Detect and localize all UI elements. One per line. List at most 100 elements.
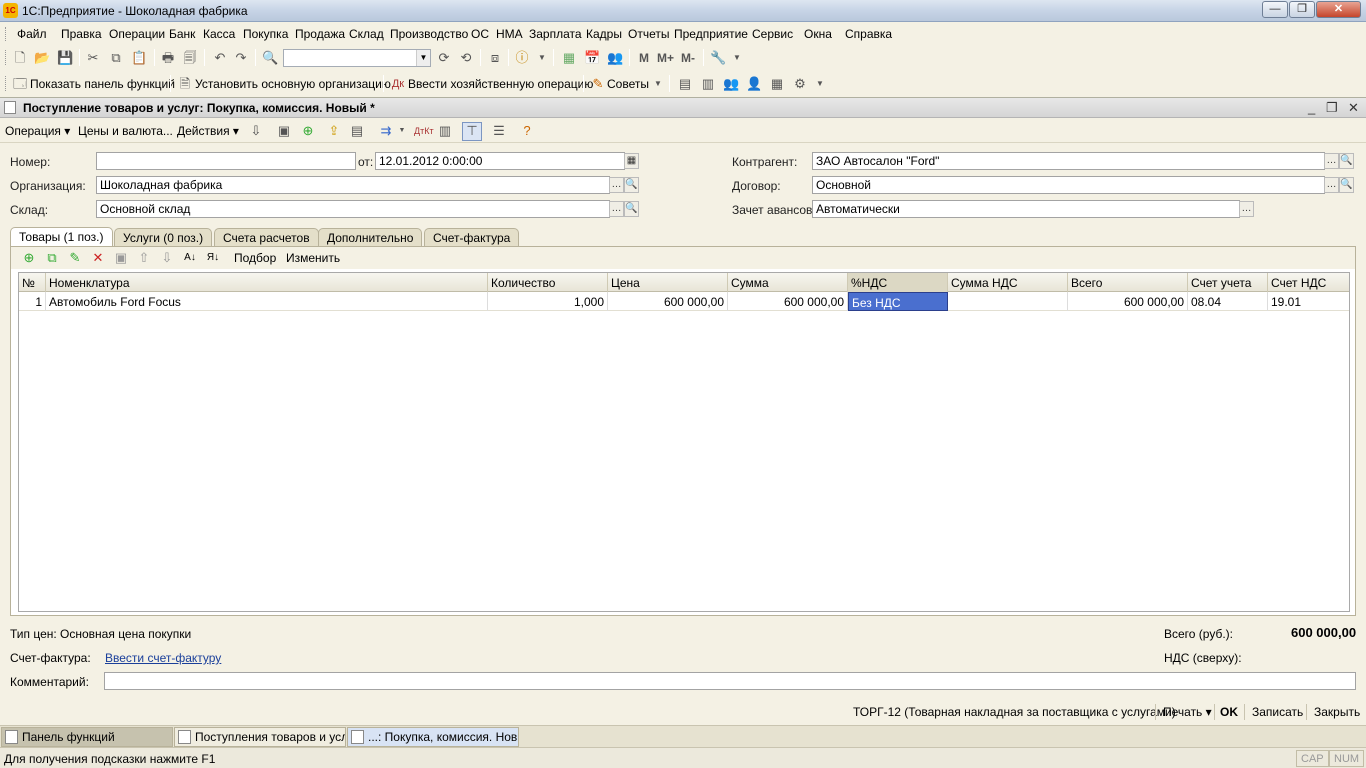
end-edit-icon[interactable]: ▣ [113,250,129,266]
col-number[interactable]: № [19,273,46,292]
tab-goods[interactable]: Товары (1 поз.) [10,227,113,247]
memory-button[interactable]: M [639,51,649,65]
torg12-print-button[interactable]: ТОРГ-12 (Товарная накладная за поставщик… [853,705,1176,719]
open-search-icon[interactable]: 🔍 [624,177,639,193]
filter-icon[interactable]: ⊤ [462,122,482,141]
copy-icon[interactable]: ⧉ [108,50,124,66]
warehouse-field[interactable]: Основной склад [96,200,610,218]
debit-credit-icon[interactable]: ДтКт [414,123,434,139]
row-price[interactable]: 600 000,00 [608,292,728,311]
col-vat-rate[interactable]: %НДС [848,273,948,292]
task-current-document[interactable]: ...: Покупка, комиссия. Нов... [347,727,519,747]
cut-icon[interactable]: ✂ [85,50,101,66]
list-icon[interactable]: ☰ [491,123,507,139]
help-icon[interactable]: ? [519,123,535,139]
calendar-icon[interactable]: 📅 [584,50,600,66]
move-down-icon[interactable]: ⇩ [159,250,175,266]
memory-minus-button[interactable]: M- [681,51,695,65]
menu-purchase[interactable]: Покупка [243,27,288,41]
open-search-icon[interactable]: 🔍 [1339,153,1354,169]
menu-edit[interactable]: Правка [61,27,102,41]
show-function-panel-button[interactable]: Показать панель функций [30,77,175,91]
ok-button[interactable]: OK [1220,705,1238,719]
save-icon[interactable]: 💾 [57,50,73,66]
table-edit-icon[interactable]: ▥ [700,76,716,92]
menu-salary[interactable]: Зарплата [529,27,582,41]
delete-icon[interactable]: ✕ [90,250,106,266]
menu-sale[interactable]: Продажа [295,27,345,41]
minimize-button[interactable]: — [1262,1,1288,18]
col-total[interactable]: Всего [1068,273,1188,292]
menu-operations[interactable]: Операции [109,27,165,41]
user-icon[interactable]: 👥 [607,50,623,66]
menu-warehouse[interactable]: Склад [349,27,384,41]
edit-icon[interactable]: ✎ [67,250,83,266]
chevron-down-icon[interactable]: ▼ [650,76,666,92]
users-list-icon[interactable]: 👤 [746,76,762,92]
print-icon[interactable]: 🖶 [160,50,176,66]
chevron-down-icon[interactable]: ▼ [416,50,430,66]
date-field[interactable]: 12.01.2012 0:00:00 [375,152,625,170]
info-icon[interactable]: ⓘ [514,50,530,66]
menu-file[interactable]: Файл [17,27,47,41]
chevron-down-icon[interactable]: ▼ [394,123,410,139]
contract-field[interactable]: Основной [812,176,1325,194]
col-vat-sum[interactable]: Сумма НДС [948,273,1068,292]
row-total[interactable]: 600 000,00 [1068,292,1188,311]
select-ellipsis-button[interactable]: … [1324,153,1339,169]
col-vat-account[interactable]: Счет НДС [1268,273,1349,292]
calculator-icon[interactable]: ▦ [561,50,577,66]
enter-operation-button[interactable]: Ввести хозяйственную операцию [408,77,593,91]
menu-reports[interactable]: Отчеты [628,27,669,41]
row-vat-rate[interactable]: Без НДС [848,292,948,311]
tab-services[interactable]: Услуги (0 поз.) [114,228,213,246]
go-icon[interactable]: ⇉ [378,123,394,139]
actions-menu-button[interactable]: Действия ▾ [177,124,239,138]
tips-button[interactable]: Советы [607,77,649,91]
chevron-down-icon[interactable]: ▼ [729,50,745,66]
row-vat-account[interactable]: 19.01 [1268,292,1349,311]
row-vat-sum[interactable] [948,292,1068,311]
price-type-link[interactable]: Тип цен: Основная цена покупки [10,627,191,641]
row-quantity[interactable]: 1,000 [488,292,608,311]
windows-icon[interactable]: ⧈ [487,50,503,66]
tab-additional[interactable]: Дополнительно [318,228,423,246]
task-function-panel[interactable]: Панель функций [1,727,173,747]
menu-bank[interactable]: Банк [169,27,195,41]
contractor-field[interactable]: ЗАО Автосалон "Ford" [812,152,1325,170]
menu-intangibles[interactable]: НМА [496,27,523,41]
report-icon[interactable]: ▦ [769,76,785,92]
menu-help[interactable]: Справка [845,27,892,41]
journal-icon[interactable]: ▥ [437,123,453,139]
close-button[interactable]: Закрыть [1314,705,1360,719]
col-quantity[interactable]: Количество [488,273,608,292]
maximize-button[interactable]: ❐ [1289,1,1315,18]
based-on-icon[interactable]: ⇪ [326,123,342,139]
open-folder-icon[interactable]: 📂 [34,50,50,66]
menu-service[interactable]: Сервис [752,27,793,41]
set-main-org-button[interactable]: Установить основную организацию [195,77,391,91]
select-ellipsis-button[interactable]: … [1324,177,1339,193]
number-field[interactable] [96,152,356,170]
menu-cash[interactable]: Касса [203,27,235,41]
memory-plus-button[interactable]: M+ [657,51,674,65]
table-row[interactable]: 1 Автомобиль Ford Focus 1,000 600 000,00… [19,292,1349,311]
menu-fixed-assets[interactable]: ОС [471,27,489,41]
chevron-down-icon[interactable]: ▼ [812,76,828,92]
organization-field[interactable]: Шоколадная фабрика [96,176,610,194]
tools-icon[interactable]: 🔧 [710,50,726,66]
doc-restore-button[interactable]: ❐ [1326,100,1338,116]
redo-icon[interactable]: ↷ [233,50,249,66]
menu-windows[interactable]: Окна [804,27,832,41]
col-account[interactable]: Счет учета [1188,273,1268,292]
col-nomenclature[interactable]: Номенклатура [46,273,488,292]
pick-button[interactable]: Подбор [234,251,276,265]
menu-enterprise[interactable]: Предприятие [674,27,748,41]
tab-invoice[interactable]: Счет-фактура [424,228,520,246]
calendar-icon[interactable]: ▦ [624,153,639,169]
change-button[interactable]: Изменить [286,251,340,265]
post-icon[interactable]: ⇩ [248,123,264,139]
structure-icon[interactable]: ▤ [349,123,365,139]
doc-close-button[interactable]: ✕ [1348,100,1359,116]
sort-descending-icon[interactable]: Я↓ [205,250,221,266]
